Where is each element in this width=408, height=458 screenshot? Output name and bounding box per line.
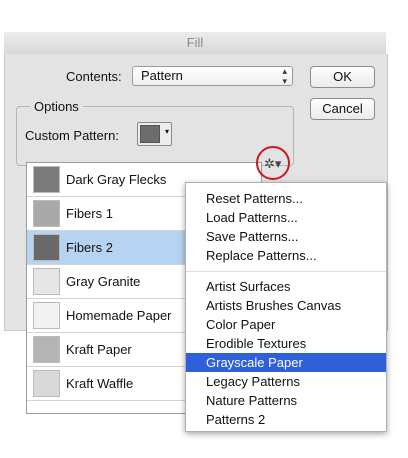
- pattern-swatch: [140, 125, 160, 143]
- menu-item-replace-patterns[interactable]: Replace Patterns...: [186, 246, 386, 265]
- contents-value: Pattern: [141, 68, 183, 83]
- pattern-name: Homemade Paper: [66, 308, 172, 323]
- custom-pattern-label: Custom Pattern:: [25, 128, 119, 143]
- options-label: Options: [30, 99, 83, 114]
- pattern-name: Fibers 2: [66, 240, 113, 255]
- menu-item-reset-patterns[interactable]: Reset Patterns...: [186, 189, 386, 208]
- updown-arrow-icon: ▴ ▾: [282, 66, 287, 86]
- pattern-thumbnail: [33, 200, 60, 227]
- gear-icon[interactable]: ✲▾: [264, 156, 281, 172]
- custom-pattern-picker-button[interactable]: ▾: [137, 122, 172, 146]
- menu-item-erodible-textures[interactable]: Erodible Textures: [186, 334, 386, 353]
- dropdown-arrow-icon: ▾: [164, 127, 169, 136]
- ok-button[interactable]: OK: [310, 66, 375, 88]
- pattern-thumbnail: [33, 336, 60, 363]
- pattern-thumbnail: [33, 234, 60, 261]
- contents-label: Contents:: [66, 69, 122, 84]
- pattern-name: Fibers 1: [66, 206, 113, 221]
- pattern-thumbnail: [33, 370, 60, 397]
- menu-item-artist-surfaces[interactable]: Artist Surfaces: [186, 277, 386, 296]
- pattern-name: Kraft Waffle: [66, 376, 134, 391]
- pattern-thumbnail: [33, 166, 60, 193]
- menu-item-color-paper[interactable]: Color Paper: [186, 315, 386, 334]
- cancel-button[interactable]: Cancel: [310, 98, 375, 120]
- menu-item-legacy-patterns[interactable]: Legacy Patterns: [186, 372, 386, 391]
- contents-select[interactable]: Pattern ▴ ▾: [132, 66, 293, 86]
- pattern-options-menu: Reset Patterns... Load Patterns... Save …: [185, 182, 387, 432]
- menu-item-nature-patterns[interactable]: Nature Patterns: [186, 391, 386, 410]
- pattern-name: Kraft Paper: [66, 342, 132, 357]
- menu-item-patterns-2[interactable]: Patterns 2: [186, 410, 386, 429]
- menu-item-save-patterns[interactable]: Save Patterns...: [186, 227, 386, 246]
- pattern-thumbnail: [33, 302, 60, 329]
- menu-item-artists-brushes-canvas[interactable]: Artists Brushes Canvas: [186, 296, 386, 315]
- menu-item-load-patterns[interactable]: Load Patterns...: [186, 208, 386, 227]
- window-title: Fill: [4, 32, 386, 55]
- pattern-name: Dark Gray Flecks: [66, 172, 167, 187]
- pattern-name: Gray Granite: [66, 274, 141, 289]
- menu-item-grayscale-paper[interactable]: Grayscale Paper: [186, 353, 386, 372]
- menu-divider: [186, 271, 386, 272]
- pattern-thumbnail: [33, 268, 60, 295]
